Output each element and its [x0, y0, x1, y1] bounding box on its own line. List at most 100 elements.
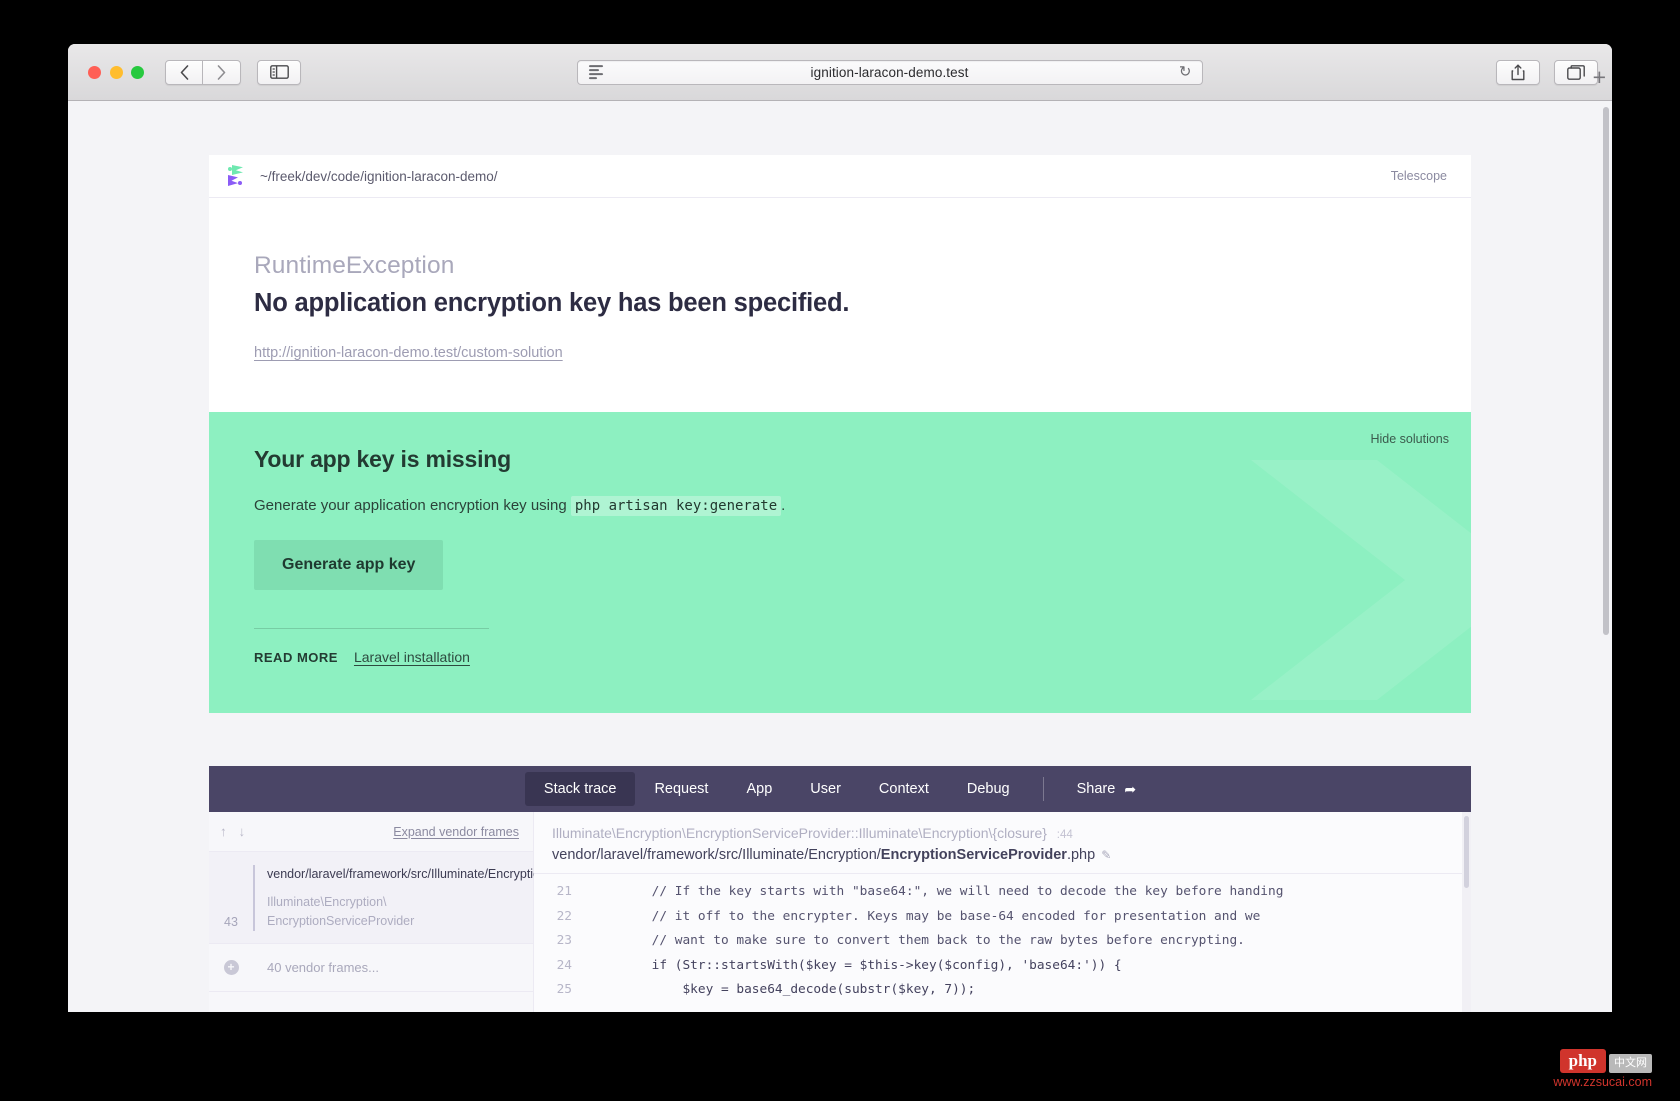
read-more-label: READ MORE: [254, 650, 338, 665]
pencil-icon[interactable]: ✎: [1101, 848, 1111, 862]
tab-overview-button[interactable]: [1554, 59, 1598, 85]
back-button[interactable]: [165, 59, 203, 85]
code-file-path: vendor/laravel/framework/src/Illuminate/…: [552, 847, 1453, 863]
ignition-logo-icon: [227, 165, 244, 187]
close-window-button[interactable]: [88, 65, 101, 79]
generate-app-key-button[interactable]: Generate app key: [254, 540, 444, 590]
ignition-error-page: ~/freek/dev/code/ignition-laracon-demo/ …: [209, 101, 1471, 1012]
vendor-frames-label: 40 vendor frames...: [267, 959, 379, 975]
line-number: 23: [556, 933, 572, 948]
table-row[interactable]: 43 vendor/laravel/framework/src/Illumina…: [209, 852, 735, 944]
tab-request[interactable]: Request: [635, 772, 727, 806]
address-bar[interactable]: ignition-laracon-demo.test ↻: [576, 59, 1203, 85]
share-arrow-icon: ➦: [1124, 780, 1137, 797]
frames-list: ↑ ↓ Expand vendor frames 43 vendor/larav…: [209, 812, 735, 1012]
code-line: 22 // it off to the encrypter. Keys may …: [534, 905, 1471, 930]
frame-class-short: EncryptionServiceProvider: [267, 914, 415, 929]
line-content: // If the key starts with "base64:", we …: [590, 884, 1284, 899]
code-function-name: Illuminate\Encryption\EncryptionServiceP…: [552, 825, 1047, 841]
code-path-ext: .php: [1066, 847, 1096, 863]
line-number: 24: [556, 957, 572, 973]
tab-app[interactable]: App: [727, 772, 791, 806]
project-path-bar: ~/freek/dev/code/ignition-laracon-demo/ …: [209, 155, 1471, 198]
window-controls: [88, 65, 144, 79]
solution-description-after: .: [781, 497, 786, 514]
code-function-signature: Illuminate\Encryption\EncryptionServiceP…: [552, 825, 1453, 841]
watermark-url: www.zzsucai.com: [1553, 1074, 1652, 1089]
code-scrollbar-thumb[interactable]: [1464, 816, 1469, 888]
solution-description-before: Generate your application encryption key…: [254, 497, 571, 514]
share-icon: [1511, 64, 1525, 80]
page-scrollbar-thumb[interactable]: [1603, 107, 1609, 635]
solution-panel: Hide solutions Your app key is missing G…: [209, 412, 1471, 713]
share-button-trace[interactable]: Share ➦: [1058, 772, 1155, 807]
watermark-badge: php: [1559, 1048, 1606, 1073]
line-number: 21: [556, 884, 572, 899]
solution-description: Generate your application encryption key…: [254, 496, 1426, 516]
tab-overview-icon: [1567, 64, 1585, 80]
read-more-row: READ MORE Laravel installation: [254, 649, 1426, 665]
browser-window: ignition-laracon-demo.test ↻ + ~/freek/d…: [68, 44, 1612, 1012]
reader-view-icon[interactable]: [588, 65, 603, 79]
tab-context[interactable]: Context: [860, 772, 948, 806]
minimize-window-button[interactable]: [109, 65, 123, 79]
navigation-buttons: [165, 59, 241, 85]
code-line: 24 if (Str::startsWith($key = $this->key…: [534, 954, 1471, 979]
sidebar-toggle-button[interactable]: [257, 59, 301, 85]
tab-debug[interactable]: Debug: [948, 772, 1029, 806]
plus-circle-icon[interactable]: +: [223, 959, 239, 975]
code-path-file: EncryptionServiceProvider: [880, 847, 1067, 863]
code-line: 23 // want to make sure to convert them …: [534, 929, 1471, 954]
exception-card: ~/freek/dev/code/ignition-laracon-demo/ …: [209, 155, 1471, 412]
code-function-line: :44: [1056, 829, 1073, 841]
browser-toolbar: ignition-laracon-demo.test ↻ +: [68, 44, 1612, 101]
frame-file-prefix: vendor/laravel/framework/src/Illuminate/…: [267, 867, 551, 881]
forward-button[interactable]: [203, 59, 241, 85]
exception-summary: RuntimeException No application encrypti…: [209, 198, 1471, 412]
new-tab-button[interactable]: +: [1593, 66, 1606, 89]
maximize-window-button[interactable]: [131, 65, 144, 79]
line-number: 22: [556, 908, 572, 924]
vendor-icon-cell: +: [209, 959, 253, 975]
solution-title: Your app key is missing: [254, 446, 512, 472]
solution-command: php artisan key:generate: [570, 496, 782, 516]
trace-tab-bar: Stack trace Request App User Context Deb…: [209, 766, 1471, 812]
code-line: 21 // If the key starts with "base64:", …: [534, 880, 1471, 905]
project-path: ~/freek/dev/code/ignition-laracon-demo/: [260, 168, 498, 184]
code-lines: 21 // If the key starts with "base64:", …: [534, 874, 1471, 1003]
page-scrollbar-track[interactable]: [1601, 101, 1612, 1012]
hide-solutions-link[interactable]: Hide solutions: [1370, 432, 1449, 446]
trace-body: ↑ ↓ Expand vendor frames 43 vendor/larav…: [209, 812, 1471, 1012]
code-header: Illuminate\Encryption\EncryptionServiceP…: [534, 812, 1471, 874]
chevron-left-icon: [180, 64, 188, 80]
telescope-link[interactable]: Telescope: [1391, 169, 1447, 183]
exception-url-link[interactable]: http://ignition-laracon-demo.test/custom…: [254, 345, 563, 361]
watermark-badge-secondary: 中文网: [1609, 1053, 1652, 1073]
exception-class: RuntimeException: [254, 252, 455, 279]
frame-class-namespace: Illuminate\Encryption\: [267, 895, 387, 910]
code-line: 25 $key = base64_decode(substr($key, 7))…: [534, 978, 1471, 1003]
sidebar-toggle-icon: [269, 65, 289, 79]
frame-sort-arrows-icon[interactable]: ↑ ↓: [220, 824, 249, 839]
expand-vendor-frames-link[interactable]: Expand vendor frames: [393, 825, 519, 839]
tab-user[interactable]: User: [791, 772, 860, 806]
laravel-installation-link[interactable]: Laravel installation: [354, 649, 470, 665]
tab-stack-trace[interactable]: Stack trace: [524, 772, 636, 806]
share-label: Share: [1076, 781, 1116, 797]
project-path-left: ~/freek/dev/code/ignition-laracon-demo/: [227, 165, 498, 187]
page-viewport: ~/freek/dev/code/ignition-laracon-demo/ …: [68, 101, 1612, 1012]
line-content: // want to make sure to convert them bac…: [590, 933, 1245, 948]
share-button[interactable]: [1496, 59, 1540, 85]
code-pane: Illuminate\Encryption\EncryptionServiceP…: [534, 812, 1471, 1012]
frame-number: 43: [224, 915, 238, 929]
code-scrollbar-track[interactable]: [1462, 812, 1471, 1012]
watermark-badges: php 中文网: [1553, 1048, 1652, 1073]
toolbar-right-buttons: [1496, 59, 1598, 85]
vendor-frames-row[interactable]: + 40 vendor frames...: [209, 944, 533, 992]
address-bar-container: ignition-laracon-demo.test ↻: [301, 59, 1478, 85]
code-path-prefix: vendor/laravel/framework/src/Illuminate/…: [552, 847, 881, 863]
stack-trace-section: Stack trace Request App User Context Deb…: [209, 766, 1471, 1012]
solution-divider: [254, 628, 489, 629]
line-content: if (Str::startsWith($key = $this->key($c…: [590, 957, 1122, 973]
reload-icon[interactable]: ↻: [1179, 65, 1192, 80]
